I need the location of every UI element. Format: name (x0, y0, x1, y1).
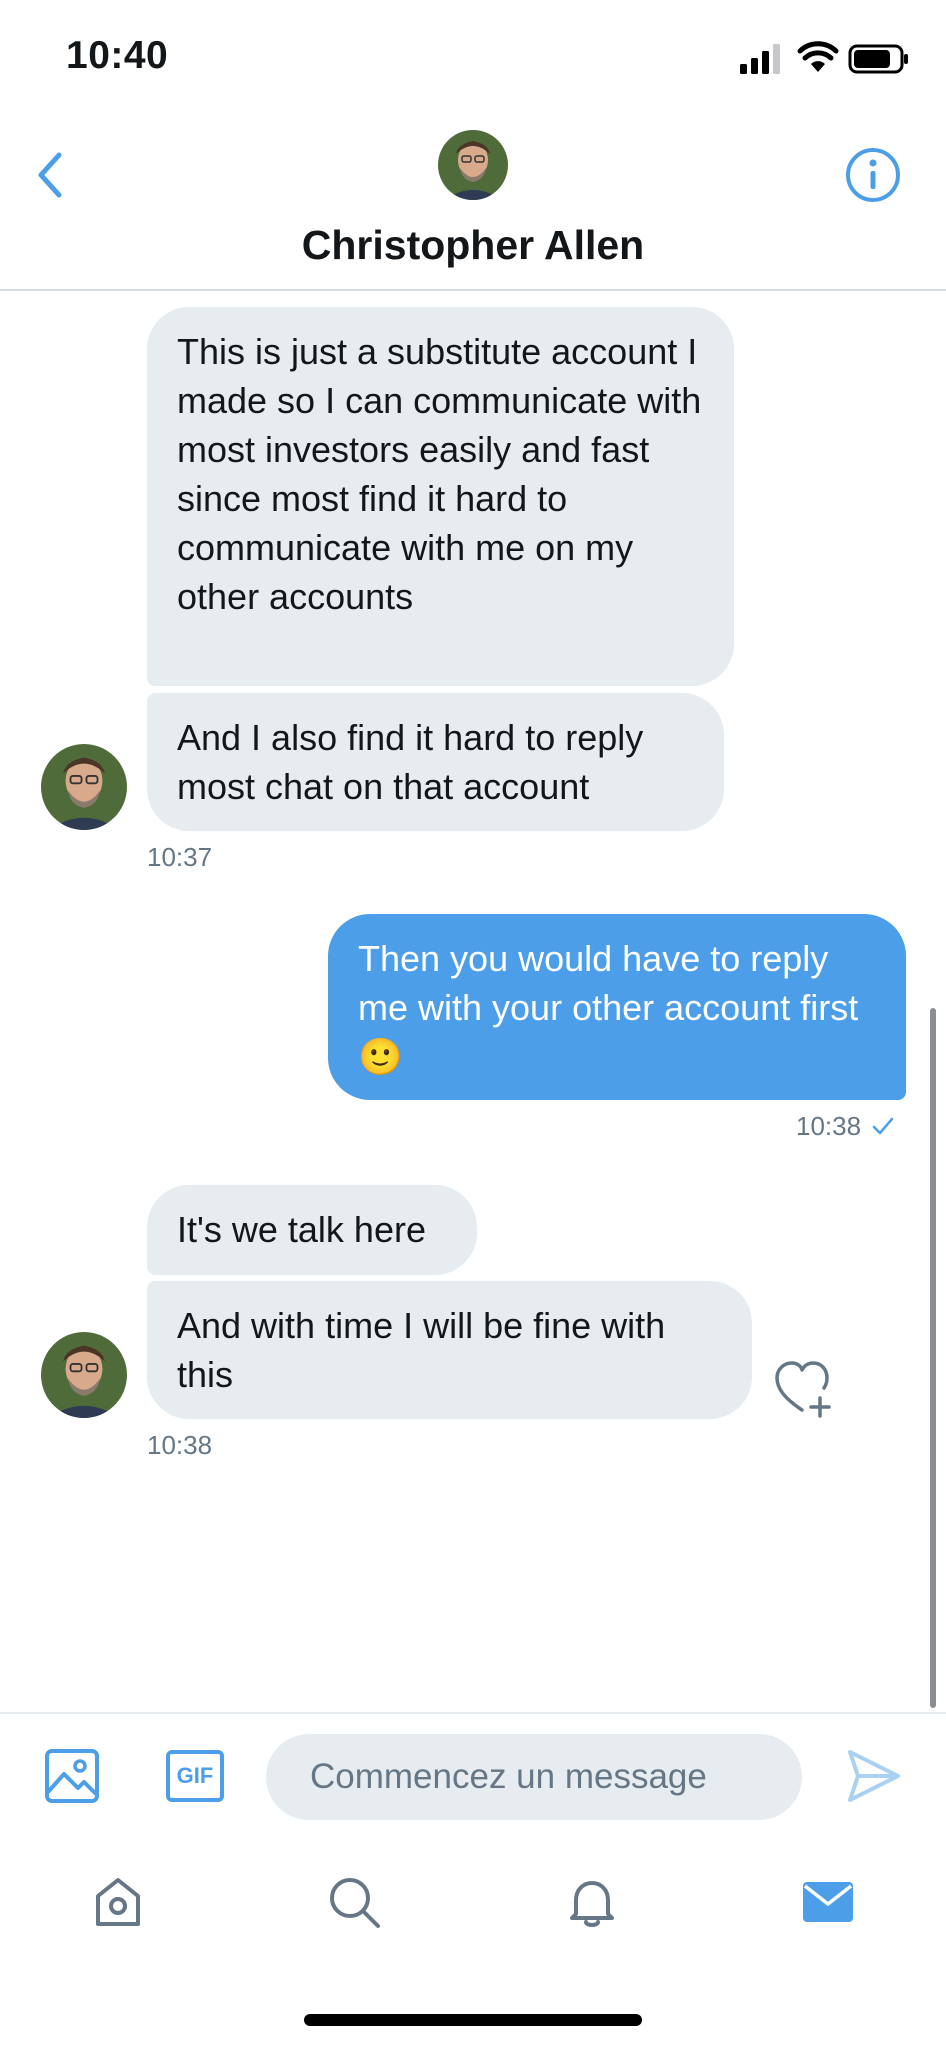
info-icon (846, 148, 900, 202)
send-icon (848, 1750, 900, 1802)
received-message[interactable]: And I also find it hard to reply most ch… (147, 693, 724, 831)
message-text: It's we talk here (177, 1209, 426, 1250)
gif-label: GIF (176, 1763, 214, 1788)
back-button[interactable] (30, 140, 70, 210)
battery-icon (848, 44, 908, 74)
status-time: 10:40 (66, 34, 169, 77)
received-message[interactable]: And with time I will be fine with this (147, 1281, 752, 1419)
add-image-button[interactable] (44, 1748, 100, 1804)
tab-bar (0, 1842, 946, 1962)
message-input-placeholder: Commencez un message (310, 1757, 707, 1796)
info-button[interactable] (844, 135, 902, 215)
message-text: And with time I will be fine with this (177, 1305, 666, 1395)
message-composer: GIF Commencez un message (0, 1712, 946, 1842)
like-message-button[interactable] (774, 1360, 836, 1418)
wifi-icon (797, 41, 839, 72)
received-message[interactable]: It's we talk here (147, 1185, 477, 1275)
signal-icon (740, 44, 780, 74)
message-timestamp: 10:38 (147, 1430, 213, 1460)
scrollbar[interactable] (930, 1008, 936, 1708)
message-text: And I also find it hard to reply most ch… (177, 717, 644, 807)
avatar-image (41, 1332, 127, 1418)
avatar-image (41, 744, 127, 830)
message-text: This is just a substitute account I made… (177, 331, 702, 617)
message-timestamp: 10:38 (796, 1111, 894, 1142)
checkmark-icon (873, 1117, 894, 1135)
message-timestamp: 10:37 (147, 842, 213, 872)
message-text: Then you would have to reply me with you… (358, 938, 859, 1077)
sent-message[interactable]: Then you would have to reply me with you… (328, 914, 906, 1100)
tab-home[interactable] (88, 1872, 148, 1932)
tab-search[interactable] (324, 1872, 384, 1932)
status-bar: 10:40 (0, 0, 946, 115)
add-gif-button[interactable]: GIF (166, 1750, 224, 1802)
received-message[interactable]: This is just a substitute account I made… (147, 307, 734, 686)
search-icon (330, 1878, 380, 1928)
sender-avatar[interactable] (41, 1332, 127, 1418)
message-input[interactable]: Commencez un message (266, 1734, 802, 1820)
send-button[interactable] (846, 1748, 902, 1804)
timestamp-text: 10:38 (796, 1111, 862, 1141)
contact-name[interactable]: Christopher Allen (0, 222, 946, 269)
tab-messages[interactable] (798, 1872, 858, 1932)
home-indicator[interactable] (304, 2014, 642, 2026)
tab-notifications[interactable] (562, 1872, 622, 1932)
contact-avatar[interactable] (438, 130, 508, 200)
bell-icon (570, 1881, 614, 1927)
avatar-image (438, 130, 508, 200)
heart-add-icon (775, 1361, 831, 1418)
mail-icon (803, 1882, 853, 1922)
home-icon (96, 1878, 140, 1926)
chevron-left-icon (38, 152, 62, 198)
sender-avatar[interactable] (41, 744, 127, 830)
conversation-header: Christopher Allen (0, 115, 946, 291)
image-icon (45, 1749, 99, 1803)
